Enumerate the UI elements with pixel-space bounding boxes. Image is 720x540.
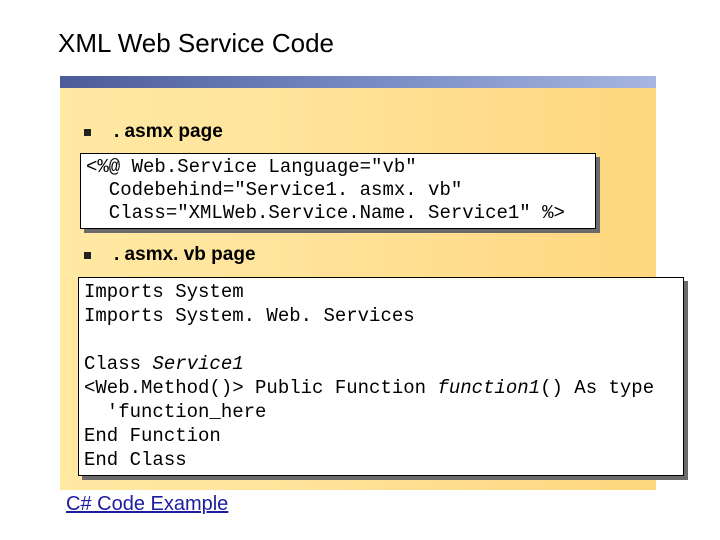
bullet-asmx-label: . asmx page: [114, 121, 223, 142]
code-identifier: function1: [437, 377, 541, 399]
code-line: Class Service1: [84, 353, 244, 375]
code-text: () As type: [540, 377, 655, 399]
bullet-square-icon: [84, 252, 91, 259]
code-identifier: Service1: [152, 353, 244, 375]
asmx-code-box: <%@ Web.Service Language="vb" Codebehind…: [80, 153, 596, 229]
code-line: 'function_here: [84, 401, 267, 423]
code-line: Imports System: [84, 281, 244, 303]
code-line: Imports System. Web. Services: [84, 305, 415, 327]
code-line: Codebehind="Service1. asmx. vb": [86, 179, 463, 201]
code-line: <Web.Method()> Public Function function1…: [84, 377, 654, 399]
code-line: <%@ Web.Service Language="vb": [86, 156, 417, 178]
code-line: End Class: [84, 449, 187, 471]
header-bar: [60, 76, 656, 88]
csharp-code-example-link[interactable]: C# Code Example: [66, 493, 228, 516]
code-keyword: Class: [84, 353, 153, 375]
slide-title: XML Web Service Code: [58, 28, 335, 58]
code-line: Class="XMLWeb.Service.Name. Service1" %>: [86, 202, 565, 224]
vb-code-box: Imports System Imports System. Web. Serv…: [78, 277, 684, 476]
code-line: End Function: [84, 425, 221, 447]
code-text: <Web.Method()> Public Function: [84, 377, 438, 399]
bullet-square-icon: [84, 129, 91, 136]
bullet-asmx-vb-label: . asmx. vb page: [114, 244, 256, 265]
